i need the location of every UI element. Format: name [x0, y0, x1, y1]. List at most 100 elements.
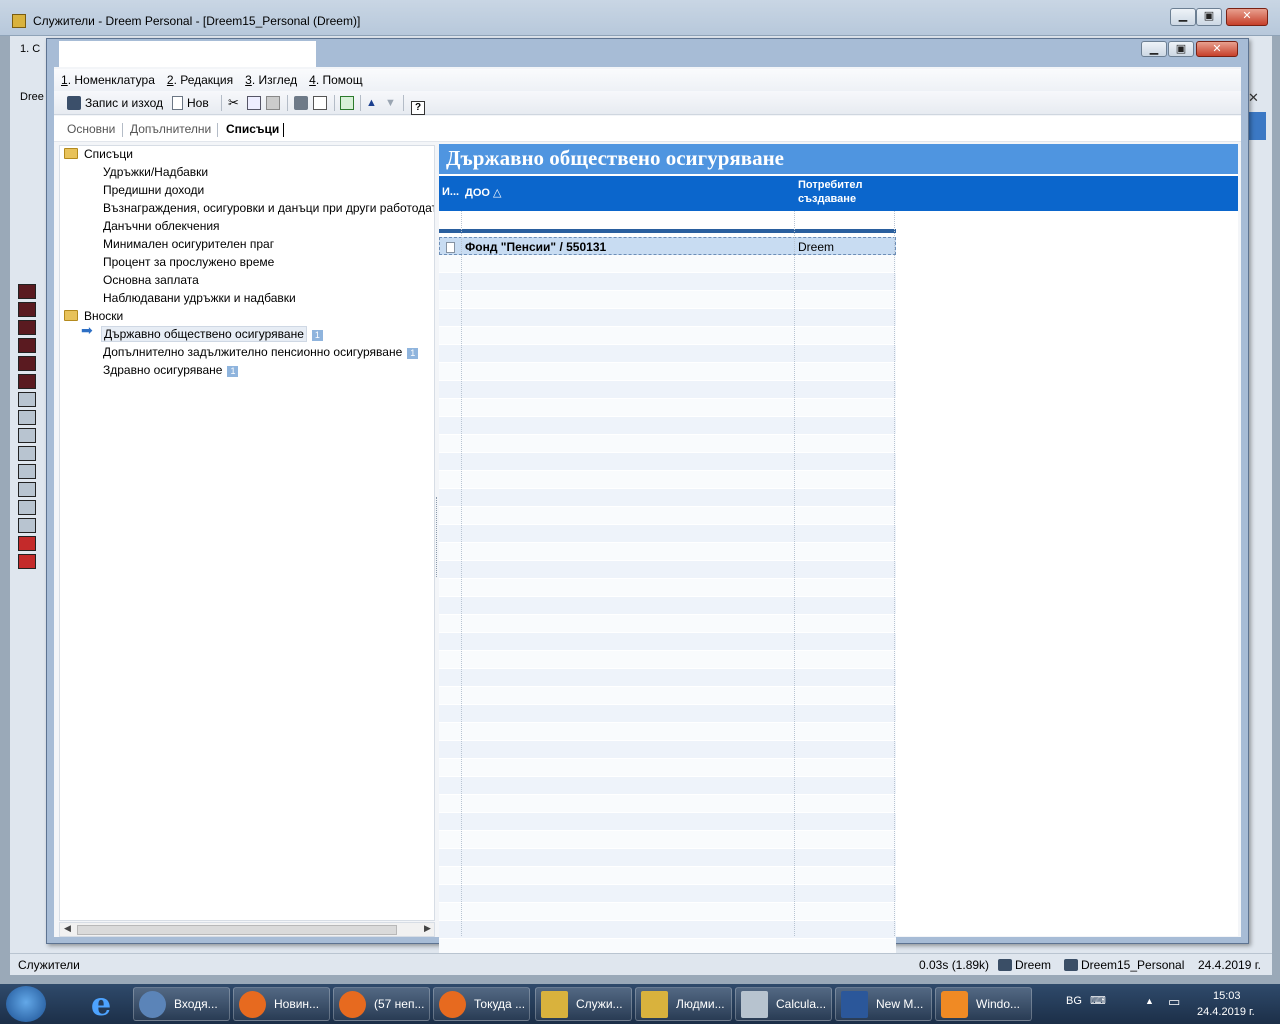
clock-date[interactable]: 24.4.2019 г.	[1197, 1006, 1255, 1018]
empty-row	[439, 849, 896, 867]
taskbar-item-firefox[interactable]: Новин...	[233, 987, 330, 1021]
print-preview-icon[interactable]	[313, 94, 331, 112]
empty-row	[439, 453, 896, 471]
tree-item[interactable]: Наблюдавани удръжки и надбавки	[103, 289, 296, 307]
report-icon[interactable]	[18, 410, 36, 425]
empty-row	[439, 435, 896, 453]
outer-close-button[interactable]: ✕	[1226, 8, 1268, 26]
menu-view[interactable]: 3. Изглед	[238, 69, 302, 87]
menu-help[interactable]: 4. Помощ	[302, 69, 367, 87]
excel-icon[interactable]	[18, 554, 36, 569]
tray-expand-icon[interactable]: ▲	[1145, 996, 1154, 1006]
taskbar-item-word[interactable]: New M...	[835, 987, 932, 1021]
inner-maximize-button[interactable]: ▣	[1168, 41, 1194, 57]
empty-row	[439, 399, 896, 417]
copy-icon[interactable]	[247, 94, 265, 112]
report-icon[interactable]	[18, 518, 36, 533]
taskbar: e Входя... Новин... (57 неп... Токуда ..…	[0, 984, 1280, 1024]
cut-icon[interactable]: ✂	[228, 94, 239, 112]
table-row[interactable]: Фонд "Пенсии" / 550131 Dreem	[439, 237, 896, 255]
tree-item[interactable]: Процент за прослужено време	[103, 253, 274, 271]
tab-additional[interactable]: Допълнителни	[130, 122, 211, 136]
report-icon[interactable]	[18, 500, 36, 515]
tab-bar: Основни Допълнителни Списъци	[54, 116, 1241, 142]
move-down-icon[interactable]: ▼	[385, 94, 396, 112]
empty-row	[439, 651, 896, 669]
taskbar-item-mail[interactable]: Входя...	[133, 987, 230, 1021]
tree-item[interactable]: Основна заплата	[103, 271, 199, 289]
report-icon[interactable]	[18, 428, 36, 443]
tree-folder-lists[interactable]: Списъци	[64, 146, 133, 163]
outer-menu-ghost[interactable]: 1. С	[20, 43, 40, 55]
tree-item-state-insurance[interactable]: Държавно обществено осигуряване 1	[101, 325, 323, 343]
lists-tree: Списъци Удръжки/Надбавки Предишни доходи…	[59, 145, 435, 921]
print-icon[interactable]	[294, 94, 312, 112]
empty-row	[439, 669, 896, 687]
tree-horizontal-scrollbar[interactable]: ◀ ▶	[59, 922, 435, 937]
report-icon[interactable]	[18, 464, 36, 479]
taskbar-item-firefox[interactable]: Токуда ...	[433, 987, 530, 1021]
menu-nomenclature[interactable]: 1. Номенклатура	[54, 69, 160, 87]
taskbar-item-dreem[interactable]: Служи...	[535, 987, 632, 1021]
network-icon[interactable]: ▭	[1168, 994, 1180, 1010]
taskbar-item-dreem[interactable]: Людми...	[635, 987, 732, 1021]
internet-explorer-icon[interactable]: e	[82, 986, 120, 1022]
scrollbar-thumb[interactable]	[77, 925, 397, 935]
clock-time[interactable]: 15:03	[1213, 990, 1241, 1002]
excel-icon[interactable]	[18, 536, 36, 551]
record-icon[interactable]	[18, 356, 36, 371]
language-indicator[interactable]: BG	[1066, 995, 1082, 1007]
tree-item-health-insurance[interactable]: Здравно осигуряване 1	[103, 361, 239, 379]
taskbar-item-firefox[interactable]: (57 неп...	[333, 987, 430, 1021]
outer-maximize-button[interactable]: ▣	[1196, 8, 1222, 26]
status-timing: 0.03s (1.89k)	[919, 958, 990, 972]
tab-lists[interactable]: Списъци	[226, 122, 279, 136]
save-exit-button[interactable]: Запис и изход	[67, 94, 163, 112]
record-icon[interactable]	[18, 320, 36, 335]
record-icon[interactable]	[18, 374, 36, 389]
tree-item[interactable]: Удръжки/Надбавки	[103, 163, 208, 181]
column-header-created-by[interactable]: Потребител създаване	[798, 179, 862, 214]
start-button[interactable]	[6, 986, 46, 1022]
report-icon[interactable]	[18, 446, 36, 461]
outer-minimize-button[interactable]: ▁	[1170, 8, 1196, 26]
tree-item[interactable]: Възнаграждения, осигуровки и данъци при …	[103, 199, 434, 217]
paste-icon[interactable]	[266, 94, 284, 112]
record-icon[interactable]	[18, 284, 36, 299]
menu-edit[interactable]: 2. Редакция	[160, 69, 238, 87]
scroll-right-icon[interactable]: ▶	[424, 923, 431, 934]
tab-basic[interactable]: Основни	[67, 122, 115, 136]
tree-item[interactable]: Данъчни облекчения	[103, 217, 220, 235]
taskbar-item-calculator[interactable]: Calcula...	[735, 987, 832, 1021]
empty-row	[439, 561, 896, 579]
record-icon[interactable]	[18, 338, 36, 353]
tree-item[interactable]: Минимален осигурителен праг	[103, 235, 274, 253]
move-up-icon[interactable]: ▲	[366, 94, 377, 112]
report-icon[interactable]	[18, 392, 36, 407]
scroll-left-icon[interactable]: ◀	[64, 923, 71, 934]
refresh-icon[interactable]	[340, 94, 358, 112]
toolbar: Запис и изход Нов ✂ ▲ ▼ ?	[54, 91, 1241, 115]
inner-minimize-button[interactable]: ▁	[1141, 41, 1167, 57]
outer-doc-close-icon[interactable]: ✕	[1248, 90, 1259, 106]
toolbar-separator	[403, 95, 404, 111]
help-icon[interactable]: ?	[411, 94, 429, 115]
inner-close-button[interactable]: ✕	[1196, 41, 1238, 57]
tree-item[interactable]: Предишни доходи	[103, 181, 204, 199]
new-document-icon	[172, 96, 183, 110]
report-icon[interactable]	[18, 482, 36, 497]
taskbar-item-media[interactable]: Windo...	[935, 987, 1032, 1021]
database-icon	[1064, 959, 1078, 971]
grid-title: Държавно обществено осигуряване	[439, 144, 1238, 174]
filter-row[interactable]	[439, 211, 896, 233]
empty-row	[439, 255, 896, 273]
row-fund-name: Фонд "Пенсии" / 550131	[465, 240, 607, 254]
grid-header: И... ДОО △ Потребител създаване	[439, 176, 1238, 211]
record-icon[interactable]	[18, 302, 36, 317]
keyboard-icon[interactable]: ⌨	[1090, 994, 1106, 1007]
new-button[interactable]: Нов	[172, 94, 209, 112]
tree-item-pension-insurance[interactable]: Допълнително задължително пенсионно осиг…	[103, 343, 419, 361]
tab-cursor	[283, 123, 284, 137]
tree-folder-contributions[interactable]: Вноски	[64, 307, 123, 325]
outer-icon-column	[18, 284, 48, 572]
